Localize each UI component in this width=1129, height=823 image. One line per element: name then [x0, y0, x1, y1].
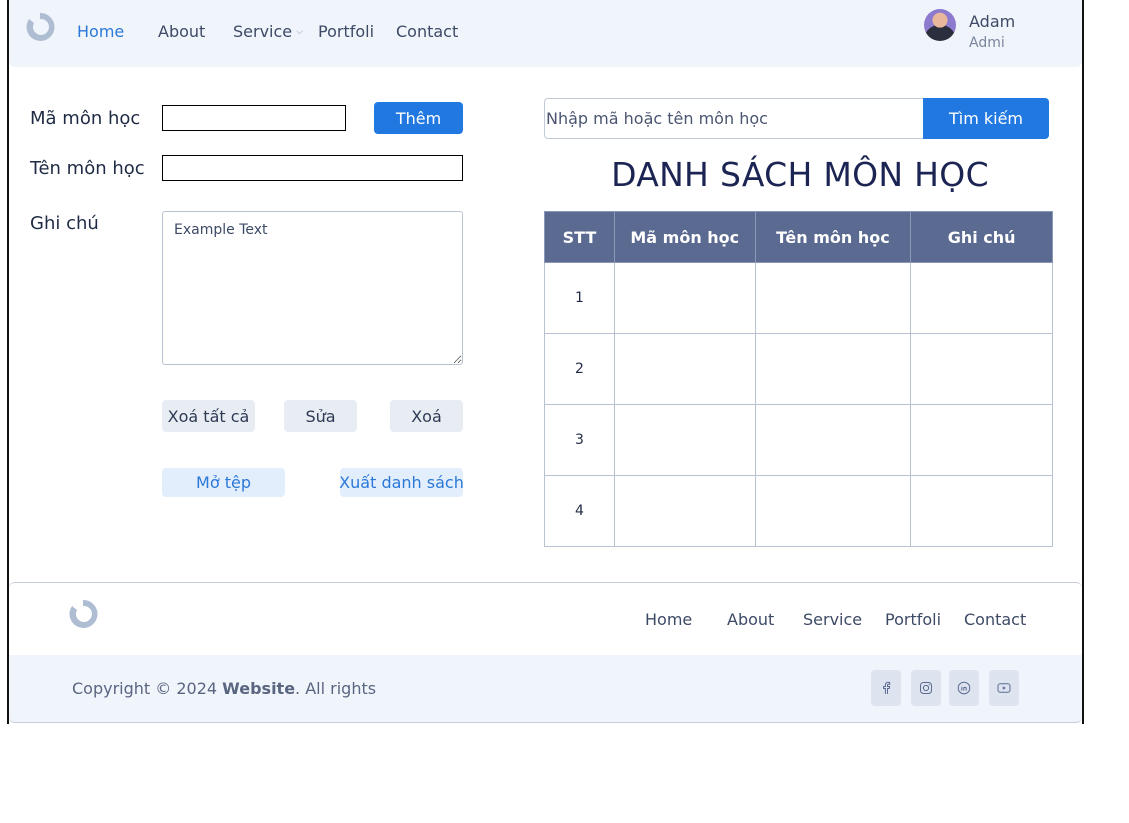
name-input[interactable]	[162, 155, 463, 181]
code-input[interactable]	[162, 105, 346, 131]
footer-nav-portfolio[interactable]: Portfoli	[885, 610, 941, 629]
note-label: Ghi chú	[30, 213, 99, 234]
table-cell	[613, 404, 756, 476]
nav-home[interactable]: Home	[77, 22, 124, 41]
user-role: Admi	[969, 35, 1005, 51]
search-input[interactable]	[544, 98, 924, 139]
table-cell	[754, 404, 912, 476]
table-cell	[754, 475, 912, 547]
search-button[interactable]: Tìm kiếm	[923, 98, 1049, 139]
chevron-down-icon: ⌵	[296, 27, 303, 37]
table-cell: 1	[544, 262, 615, 334]
table-cell	[613, 262, 756, 334]
avatar[interactable]	[924, 9, 956, 41]
ring-logo-icon[interactable]	[67, 598, 99, 630]
footer-nav-service[interactable]: Service	[803, 610, 862, 629]
name-label: Tên môn học	[30, 158, 145, 179]
copyright-prefix: Copyright © 2024	[72, 679, 223, 698]
subject-table: STT Mã môn học Tên môn học Ghi chú 1 2 3…	[544, 211, 1053, 547]
clear-all-button[interactable]: Xoá tất cả	[162, 400, 255, 432]
nav-about[interactable]: About	[158, 22, 205, 41]
table-row[interactable]: 2	[544, 333, 1053, 405]
facebook-icon[interactable]	[871, 670, 901, 706]
table-row[interactable]: 3	[544, 404, 1053, 476]
delete-button[interactable]: Xoá	[390, 400, 463, 432]
table-cell	[613, 475, 756, 547]
export-list-button[interactable]: Xuất danh sách	[339, 468, 464, 497]
table-cell	[910, 475, 1053, 547]
youtube-icon[interactable]	[989, 670, 1019, 706]
note-textarea[interactable]: Example Text	[162, 211, 463, 365]
column-header-stt[interactable]: STT	[544, 211, 615, 263]
column-header-code[interactable]: Mã môn học	[613, 211, 756, 263]
nav-service[interactable]: Service ⌵	[233, 22, 303, 41]
top-navbar: Home About Service ⌵ Portfoli Contact Ada…	[9, 0, 1082, 67]
footer-nav-home[interactable]: Home	[645, 610, 692, 629]
code-label: Mã môn học	[30, 108, 141, 129]
table-row[interactable]: 4	[544, 475, 1053, 547]
edit-button[interactable]: Sửa	[284, 400, 357, 432]
table-header-row: STT Mã môn học Tên môn học Ghi chú	[544, 211, 1053, 263]
copyright-text: Copyright © 2024 Website. All rights	[72, 679, 376, 698]
nav-service-label: Service	[233, 22, 293, 41]
table-cell	[754, 333, 912, 405]
footer-bottom: Copyright © 2024 Website. All rights	[9, 655, 1082, 723]
table-cell	[910, 262, 1053, 334]
instagram-icon[interactable]	[911, 670, 941, 706]
table-cell	[754, 262, 912, 334]
copyright-site[interactable]: Website	[222, 679, 295, 698]
nav-portfolio[interactable]: Portfoli	[318, 22, 374, 41]
linkedin-icon[interactable]	[949, 670, 979, 706]
footer-nav-contact[interactable]: Contact	[964, 610, 1026, 629]
table-cell: 3	[544, 404, 615, 476]
footer-top: Home About Service Portfoli Contact	[9, 582, 1082, 655]
table-cell	[910, 333, 1053, 405]
table-cell: 4	[544, 475, 615, 547]
column-header-note[interactable]: Ghi chú	[910, 211, 1053, 263]
table-row[interactable]: 1	[544, 262, 1053, 334]
table-cell: 2	[544, 333, 615, 405]
ring-logo-icon[interactable]	[24, 11, 56, 43]
add-button[interactable]: Thêm	[374, 102, 463, 134]
user-name: Adam	[969, 12, 1016, 31]
copyright-suffix: . All rights	[295, 679, 377, 698]
table-cell	[910, 404, 1053, 476]
page-title: DANH SÁCH MÔN HỌC	[611, 155, 989, 194]
nav-contact[interactable]: Contact	[396, 22, 458, 41]
footer-nav-about[interactable]: About	[727, 610, 774, 629]
column-header-name[interactable]: Tên môn học	[754, 211, 912, 263]
open-file-button[interactable]: Mở tệp	[162, 468, 285, 497]
table-cell	[613, 333, 756, 405]
